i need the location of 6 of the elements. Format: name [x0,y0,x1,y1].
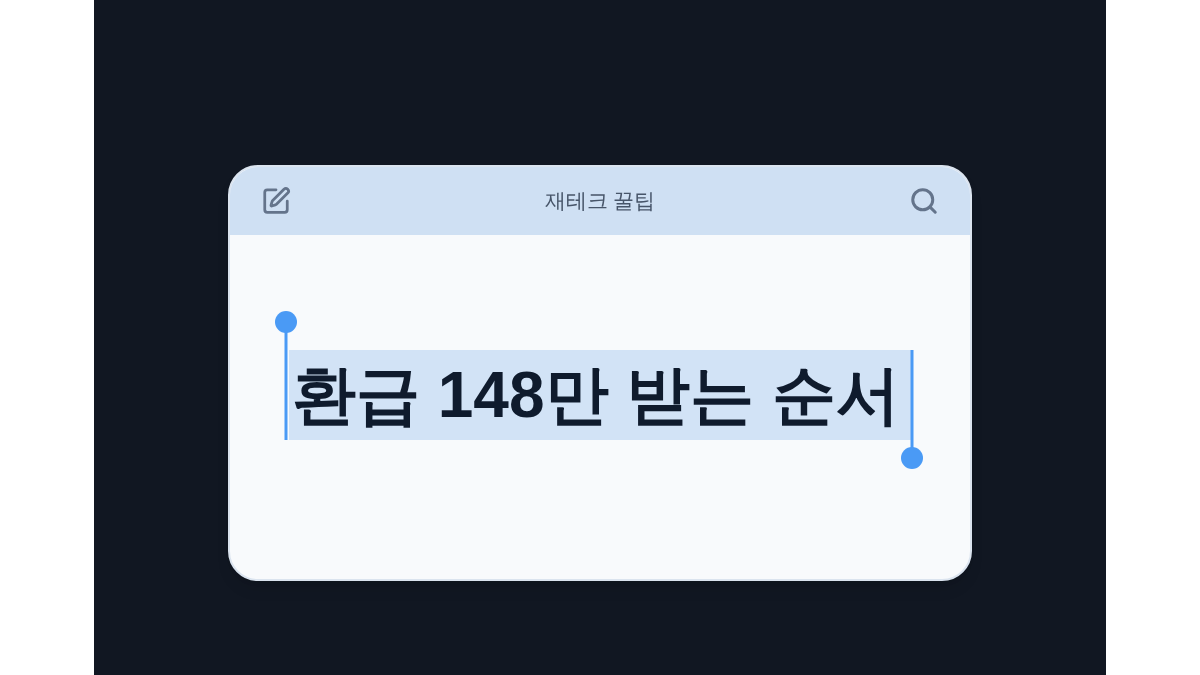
selection-handle[interactable] [901,350,924,469]
selection-handle[interactable] [274,311,297,440]
search-icon[interactable] [908,185,940,217]
edit-icon[interactable] [260,185,292,217]
card-title: 재테크 꿀팁 [544,188,656,215]
selected-text: 환급 148만 받는 순서 [288,350,912,440]
